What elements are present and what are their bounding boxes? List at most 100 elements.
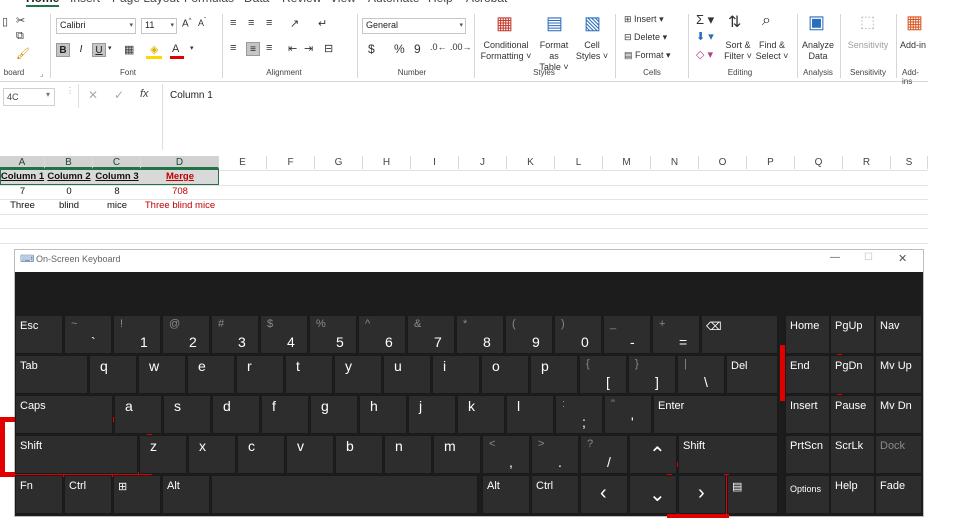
autosum-icon[interactable]: Σ ▾ [696,12,714,28]
fill-color-icon[interactable]: ◈ [150,43,158,56]
addins-icon[interactable]: ▦ [906,12,923,33]
align-top-icon[interactable]: ≡ [230,17,236,29]
tab-home[interactable]: Home [26,0,60,7]
key-alt[interactable]: Alt [482,475,530,514]
key-0[interactable]: ) 0 [554,315,602,354]
column-header-a[interactable]: A [0,156,45,169]
analyze-data-icon[interactable]: ▣ [808,12,825,33]
key-l[interactable]: l [506,395,554,434]
column-header-g[interactable]: G [315,156,363,169]
decrease-indent-icon[interactable]: ⇤ [288,42,297,55]
key-symbol[interactable]: ▤ [727,475,778,514]
key-w[interactable]: w [138,355,186,394]
key-k[interactable]: k [457,395,505,434]
cut-icon[interactable]: ✂ [16,14,25,27]
dialog-launcher-icon[interactable]: ⌟ [40,70,43,78]
addins-button[interactable]: Add-in [900,40,928,51]
key-symbol[interactable]: ⌫ [701,315,778,354]
orientation-icon[interactable]: ↗ [290,17,299,30]
tab-insert[interactable]: Insert [70,0,100,5]
key-s[interactable]: s [163,395,211,434]
key-u[interactable]: u [383,355,431,394]
cell-d2[interactable]: 708 [141,185,219,199]
key-mvdn[interactable]: Mv Dn [875,395,922,434]
key-j[interactable]: j [408,395,456,434]
key-a[interactable]: a [114,395,162,434]
key-symbol[interactable]: " ' [604,395,652,434]
insert-cells-button[interactable]: ⊞ Insert ▾ [624,14,664,25]
key-5[interactable]: % 5 [309,315,357,354]
conditional-formatting-button[interactable]: Conditional Formatting ˅ [478,40,534,62]
key-home[interactable]: Home [785,315,830,354]
cell-a2[interactable]: 7 [0,185,45,199]
column-header-h[interactable]: H [363,156,411,169]
key-symbol[interactable]: <, [482,435,530,474]
column-header-d[interactable]: D [141,156,219,169]
font-size-combo[interactable]: 11 ▾ [141,18,177,34]
wrap-text-icon[interactable]: ↵ [318,17,327,30]
key-3[interactable]: #3 [211,315,259,354]
key-nav[interactable]: Nav [875,315,922,354]
column-header-e[interactable]: E [219,156,267,169]
key-9[interactable]: (9 [505,315,553,354]
cell-styles-icon[interactable]: ▧ [584,13,601,34]
cell-d3[interactable]: Three blind mice [141,199,219,213]
column-header-s[interactable]: S [891,156,928,169]
key-insert[interactable]: Insert [785,395,830,434]
underline-button[interactable]: U [92,43,106,57]
key-x[interactable]: x [188,435,236,474]
cell-a3[interactable]: Three [0,199,45,213]
key-t[interactable]: t [285,355,333,394]
decrease-decimal-icon[interactable]: .00→ [450,42,472,52]
key-c[interactable]: c [237,435,285,474]
key-ctrl[interactable]: Ctrl [531,475,579,514]
comma-button[interactable]: 9 [414,42,421,56]
italic-button[interactable]: I [74,43,88,57]
key-scrlk[interactable]: ScrLk [830,435,875,474]
column-header-m[interactable]: M [603,156,651,169]
copy-icon[interactable]: ⧉ [16,30,24,43]
analyze-data-button[interactable]: Analyze Data [800,40,836,62]
key-symbol[interactable]: _ - [603,315,651,354]
key-o[interactable]: o [481,355,529,394]
key-symbol[interactable]: ⊞ [113,475,161,514]
key-f[interactable]: f [261,395,309,434]
tab-page-layout[interactable]: Page Layout [112,0,179,5]
key-symbol[interactable]: ‹ [580,475,628,514]
close-icon[interactable]: ✕ [898,252,907,265]
number-format-combo[interactable]: General ▾ [362,18,466,34]
key-symbol[interactable]: {[ [579,355,627,394]
key-caps[interactable]: Caps [15,395,113,434]
increase-font-icon[interactable]: A^ [182,18,192,29]
clear-icon[interactable]: ◇ ▾ [696,48,713,61]
decrease-font-icon[interactable]: Aˇ [198,18,206,28]
key-y[interactable]: y [334,355,382,394]
key-shift[interactable]: Shift [15,435,138,474]
paste-icon[interactable]: ▯ [2,15,8,28]
key-alt[interactable]: Alt [162,475,210,514]
key-g[interactable]: g [310,395,358,434]
increase-indent-icon[interactable]: ⇥ [304,42,313,55]
tab-help[interactable]: Help [428,0,453,5]
chevron-down-icon[interactable]: ▾ [46,90,50,99]
key-esc[interactable]: Esc [15,315,63,354]
format-as-table-icon[interactable]: ▤ [546,13,563,34]
key-symbol[interactable]: }] [628,355,676,394]
key-symbol[interactable]: + = [652,315,700,354]
key-dock[interactable]: Dock [875,435,922,474]
insert-function-button[interactable]: fx [140,88,149,100]
tab-review[interactable]: Review [282,0,321,5]
delete-cells-button[interactable]: ⊟ Delete ▾ [624,32,667,43]
format-cells-button[interactable]: ▤ Format ▾ [624,50,671,61]
column-header-o[interactable]: O [699,156,747,169]
key-symbol[interactable]: :; [555,395,603,434]
key-ctrl[interactable]: Ctrl [64,475,112,514]
key-6[interactable]: ^ 6 [358,315,406,354]
key-help[interactable]: Help [830,475,875,514]
key-symbol[interactable]: >. [531,435,579,474]
key-space[interactable] [211,475,478,514]
key-e[interactable]: e [187,355,235,394]
tab-view[interactable]: View [330,0,356,5]
sensitivity-icon[interactable]: ⬚ [860,12,875,32]
formula-input[interactable]: Column 1 [170,90,213,101]
